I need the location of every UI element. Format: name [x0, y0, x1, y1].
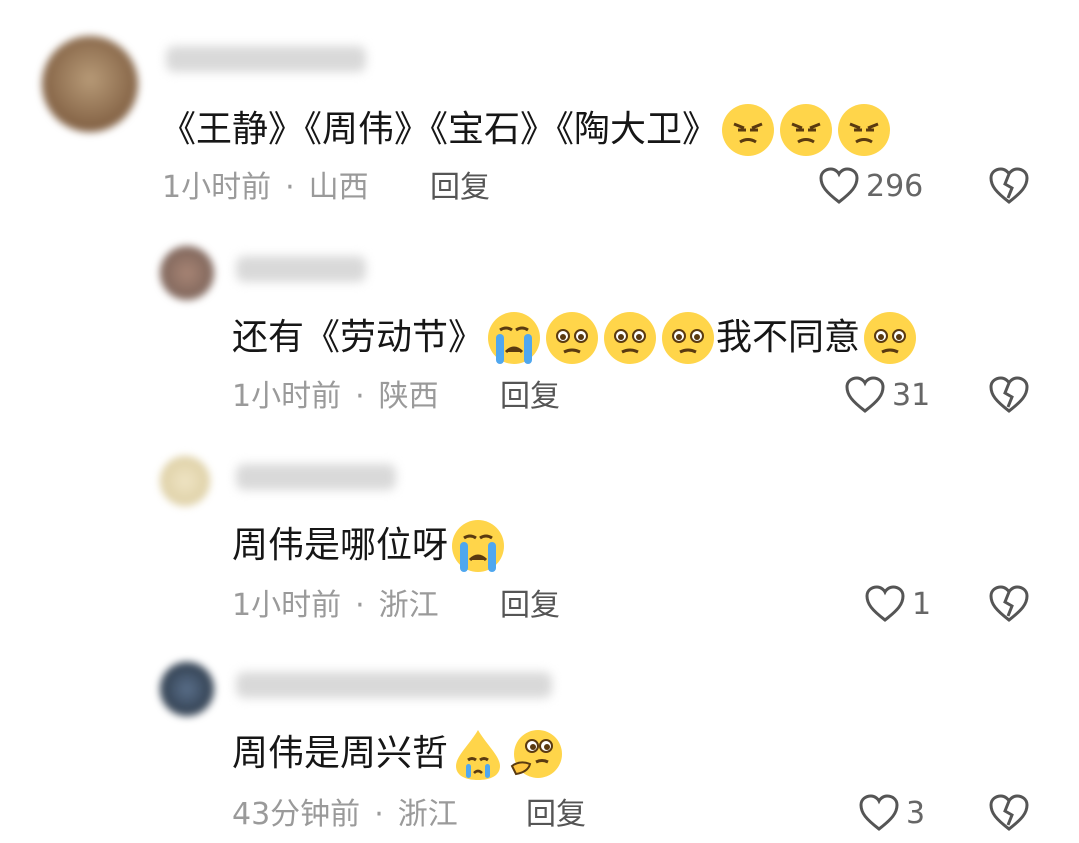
comment-time: 43分钟前 [232, 797, 361, 832]
comment-text-body: 周伟是周兴哲 [232, 733, 449, 774]
pouting-face-icon [780, 104, 833, 156]
comment-text: 周伟是周兴哲 [232, 726, 564, 782]
pouting-face-icon [722, 104, 775, 156]
comment-time: 1小时前 [162, 170, 272, 205]
broken-heart-icon[interactable] [988, 584, 1030, 624]
like-count: 1 [912, 586, 932, 622]
crying-face-icon [488, 312, 541, 364]
heart-icon [859, 794, 899, 831]
comment-meta: 43分钟前 · 浙江 [232, 795, 458, 835]
like-button[interactable]: 296 [818, 166, 923, 206]
comment-meta: 1小时前 · 浙江 [232, 586, 439, 626]
like-count: 296 [866, 168, 924, 204]
broken-heart-icon[interactable] [988, 375, 1030, 415]
username-blurred[interactable] [166, 46, 366, 72]
avatar[interactable] [160, 246, 214, 300]
like-button[interactable]: 1 [864, 584, 931, 624]
crying-face-icon [452, 520, 505, 572]
comment-text-body: 还有《劳动节》 [232, 317, 485, 358]
heart-icon [845, 376, 885, 413]
comment-text-tail: 我不同意 [716, 317, 861, 358]
reply-button[interactable]: 回复 [430, 168, 490, 208]
comment-location: 浙江 [378, 588, 439, 623]
comment-time: 1小时前 [232, 379, 342, 414]
comment-meta: 1小时前 · 陕西 [232, 377, 439, 417]
pleading-face-icon [864, 312, 917, 364]
separator: · [374, 797, 384, 832]
username-blurred[interactable] [236, 672, 552, 698]
crying-drop-icon [456, 730, 501, 780]
comment-text: 周伟是哪位呀 [232, 518, 506, 574]
broken-heart-icon[interactable] [988, 793, 1030, 833]
like-count: 3 [906, 795, 926, 831]
reply-button[interactable]: 回复 [526, 795, 586, 835]
pleading-face-icon [546, 312, 599, 364]
pouting-face-icon [838, 104, 891, 156]
comment-text: 还有《劳动节》 我不同意 [232, 310, 918, 366]
avatar[interactable] [42, 36, 138, 132]
username-blurred[interactable] [236, 256, 366, 282]
pleading-face-icon [662, 312, 715, 364]
username-blurred[interactable] [236, 464, 396, 490]
separator: · [355, 379, 365, 414]
heart-icon [819, 167, 859, 204]
reply-button[interactable]: 回复 [500, 586, 560, 626]
avatar[interactable] [160, 662, 214, 716]
like-count: 31 [892, 377, 931, 413]
separator: · [285, 170, 295, 205]
thinking-face-icon [510, 730, 563, 778]
like-button[interactable]: 3 [858, 793, 925, 833]
comment-meta: 1小时前 · 山西 [162, 168, 369, 208]
reply-button[interactable]: 回复 [500, 377, 560, 417]
comment-time: 1小时前 [232, 588, 342, 623]
comment-text-body: 周伟是哪位呀 [232, 525, 449, 566]
like-button[interactable]: 31 [844, 375, 930, 415]
comment-text-body: 《王静》《周伟》《宝石》《陶大卫》 [160, 109, 719, 150]
avatar[interactable] [160, 456, 210, 506]
pleading-face-icon [604, 312, 657, 364]
comment-text: 《王静》《周伟》《宝石》《陶大卫》 [160, 102, 892, 158]
comment-location: 陕西 [378, 379, 439, 414]
comment-location: 山西 [308, 170, 369, 205]
heart-icon [865, 585, 905, 622]
separator: · [355, 588, 365, 623]
comment-location: 浙江 [397, 797, 458, 832]
broken-heart-icon[interactable] [988, 166, 1030, 206]
